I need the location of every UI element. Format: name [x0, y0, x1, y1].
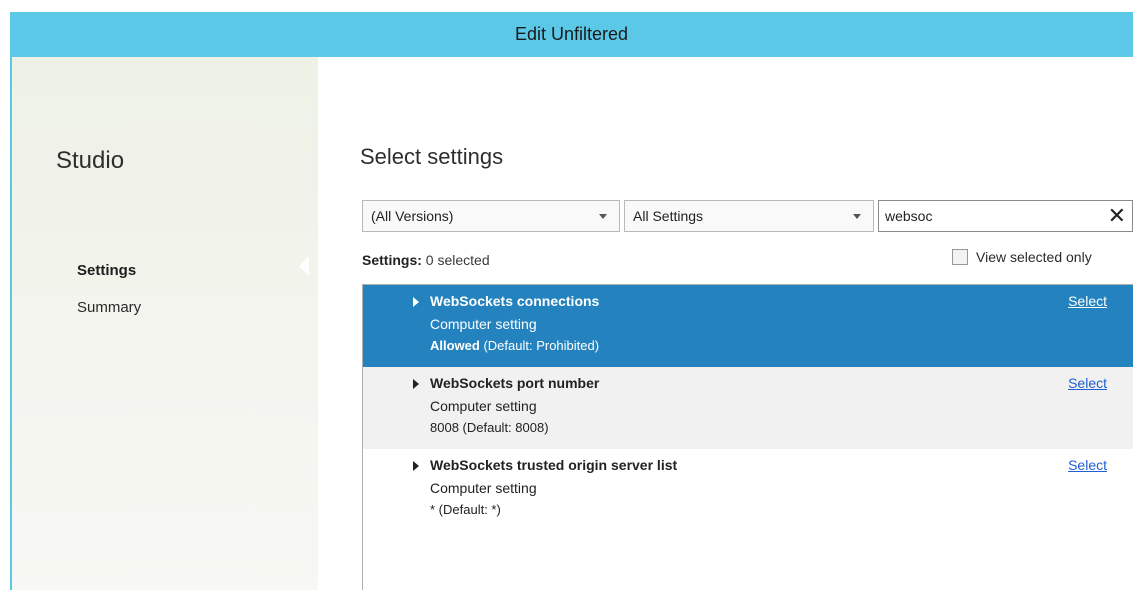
select-link[interactable]: Select — [1068, 293, 1107, 309]
setting-name: WebSockets connections — [430, 293, 600, 309]
setting-current-value: Allowed — [430, 338, 480, 353]
setting-row[interactable]: WebSockets trusted origin server list Co… — [363, 449, 1133, 531]
setting-value: Allowed (Default: Prohibited) — [430, 338, 599, 353]
setting-type: Computer setting — [430, 398, 537, 414]
settings-count-label: Settings: — [362, 252, 422, 268]
category-dropdown[interactable]: All Settings — [624, 200, 874, 232]
chevron-down-icon — [599, 214, 607, 219]
setting-type: Computer setting — [430, 316, 537, 332]
setting-name: WebSockets port number — [430, 375, 600, 391]
sidebar-item-settings[interactable]: Settings — [77, 262, 136, 279]
view-selected-label: View selected only — [976, 249, 1092, 265]
search-box: ✕ — [878, 200, 1133, 232]
title-bar: Edit Unfiltered — [10, 12, 1133, 57]
caret-right-icon[interactable] — [413, 297, 419, 307]
selected-count: 0 selected — [425, 252, 490, 268]
search-input[interactable] — [879, 208, 1089, 224]
view-selected-only[interactable]: View selected only — [952, 249, 1133, 265]
setting-default-value: (Default: *) — [435, 502, 501, 517]
setting-type: Computer setting — [430, 480, 537, 496]
setting-row[interactable]: WebSockets port number Computer setting … — [363, 367, 1133, 449]
setting-name: WebSockets trusted origin server list — [430, 457, 678, 473]
setting-row[interactable]: WebSockets connections Computer setting … — [363, 285, 1133, 367]
settings-list: WebSockets connections Computer setting … — [362, 284, 1133, 590]
close-icon[interactable]: ✕ — [1108, 203, 1126, 229]
view-selected-checkbox[interactable] — [952, 249, 968, 265]
chevron-down-icon — [853, 214, 861, 219]
sidebar-item-summary[interactable]: Summary — [77, 299, 141, 316]
setting-default-value: (Default: 8008) — [458, 420, 549, 435]
setting-value: * (Default: *) — [430, 502, 501, 517]
select-link[interactable]: Select — [1068, 457, 1107, 473]
sidebar — [12, 57, 318, 590]
sidebar-title: Studio — [56, 147, 125, 174]
versions-dropdown[interactable]: (All Versions) — [362, 200, 620, 232]
settings-count: Settings: 0 selected — [362, 252, 490, 268]
select-link[interactable]: Select — [1068, 375, 1107, 391]
active-step-indicator — [299, 256, 309, 276]
versions-dropdown-value: (All Versions) — [371, 208, 454, 224]
setting-value: 8008 (Default: 8008) — [430, 420, 549, 435]
setting-current-value: 8008 — [430, 420, 459, 435]
page-title: Select settings — [360, 144, 504, 169]
window-title: Edit Unfiltered — [514, 24, 629, 44]
caret-right-icon[interactable] — [413, 461, 419, 471]
caret-right-icon[interactable] — [413, 379, 419, 389]
category-dropdown-value: All Settings — [633, 208, 704, 224]
setting-default-value: (Default: Prohibited) — [479, 338, 600, 353]
